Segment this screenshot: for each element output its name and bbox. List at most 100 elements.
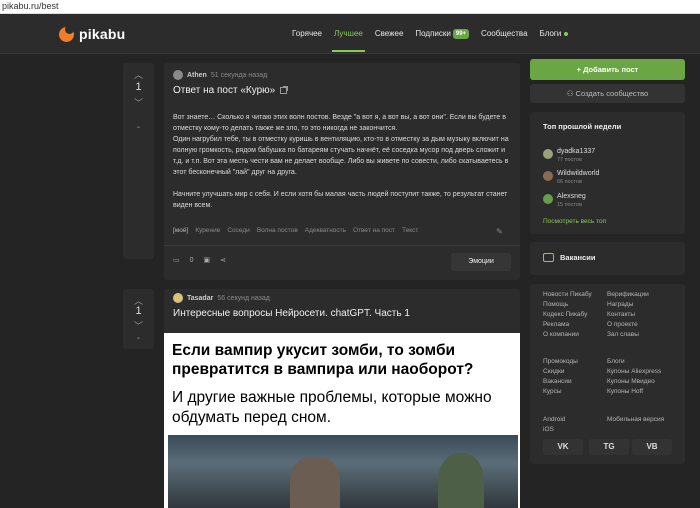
post1-title[interactable]: Ответ на пост «Курю»: [173, 85, 289, 96]
footer-link[interactable]: Кодекс Пикабу: [543, 310, 592, 320]
post2-downvote-button[interactable]: ﹀: [123, 319, 154, 332]
post2-hide-button[interactable]: -: [123, 333, 154, 344]
footer-link[interactable]: Мобильная версия: [607, 415, 664, 425]
external-link-icon[interactable]: [280, 85, 289, 94]
post1-author[interactable]: Athen: [187, 72, 207, 79]
post1-author-avatar[interactable]: [173, 70, 183, 80]
avatar: [543, 171, 553, 181]
footer-link[interactable]: Купоны Aliexpress: [607, 367, 661, 377]
footer-link[interactable]: Помощь: [543, 300, 592, 310]
top-user-name: Wildwildworld: [557, 170, 600, 177]
footer-link[interactable]: Промокоды: [543, 357, 578, 367]
tag[interactable]: Волна постов: [257, 227, 298, 234]
nav-blogs[interactable]: Блоги: [534, 14, 575, 54]
post1-divider: [164, 245, 520, 246]
emotions-button[interactable]: Эмоции: [451, 253, 511, 271]
post2-rating: 1: [135, 305, 142, 317]
footer-link[interactable]: Скидки: [543, 367, 578, 377]
post1-paragraph: Один нагрубил тебе, ты в отместку куришь…: [173, 136, 509, 176]
post2-vote-panel: ︿ 1 ﹀ -: [123, 289, 154, 349]
url-text[interactable]: pikabu.ru/best: [2, 1, 59, 11]
post2-illustration: [168, 435, 518, 508]
footer-links-col2: Верификации Награды Контакты О проекте З…: [607, 290, 649, 340]
create-community-button[interactable]: ⚇ Создать сообщество: [530, 84, 685, 103]
browser-url-bar[interactable]: pikabu.ru/best: [0, 0, 700, 14]
footer-links-col1: Новости Пикабу Помощь Кодекс Пикабу Рекл…: [543, 290, 592, 340]
vacancies-label: Вакансии: [560, 253, 596, 262]
footer-link[interactable]: О проекте: [607, 320, 649, 330]
main-nav: Горячее Лучшее Свежее Подписки 99+ Сообще…: [286, 14, 574, 54]
footer-link[interactable]: Курсы: [543, 387, 578, 397]
logo-text: pikabu: [79, 26, 126, 42]
post2-image[interactable]: Если вампир укусит зомби, то зомби превр…: [164, 333, 520, 508]
avatar: [543, 194, 553, 204]
footer-link[interactable]: Верификации: [607, 290, 649, 300]
post1-upvote-button[interactable]: ︿: [123, 68, 154, 81]
add-post-button[interactable]: + Добавить пост: [530, 59, 685, 80]
site-logo[interactable]: pikabu: [59, 24, 126, 42]
save-icon[interactable]: ▣: [204, 256, 211, 264]
post2-meta: Tasadar 56 секунд назад: [173, 293, 270, 303]
nav-hot[interactable]: Горячее: [286, 14, 328, 54]
footer-links-col4: Блоги Купоны Aliexpress Купоны Мвидео Ку…: [607, 357, 661, 397]
footer-link[interactable]: Купоны Мвидео: [607, 377, 661, 387]
share-icon[interactable]: ⋖: [220, 256, 226, 264]
tag[interactable]: Текст: [402, 227, 418, 234]
post2-image-subline: И другие важные проблемы, которые можно …: [172, 389, 492, 426]
top-user-posts: 77 постов: [557, 157, 582, 163]
top-user-name: Alexsneg: [557, 193, 586, 200]
post1-comments-count[interactable]: 0: [190, 257, 194, 264]
viber-icon[interactable]: VB: [632, 439, 672, 455]
nav-communities[interactable]: Сообщества: [475, 14, 533, 54]
footer-link[interactable]: О компании: [543, 330, 592, 340]
footer-links-col3: Промокоды Скидки Вакансии Курсы: [543, 357, 578, 397]
post1-hide-button[interactable]: -: [123, 122, 154, 133]
footer-links-col5: Android iOS: [543, 415, 565, 435]
zombie-figure: [438, 453, 484, 508]
tag[interactable]: Адекватность: [305, 227, 346, 234]
post1-downvote-button[interactable]: ﹀: [123, 96, 154, 109]
tag[interactable]: [моё]: [173, 227, 188, 234]
pikabu-logo-icon: [59, 24, 74, 42]
footer-link[interactable]: Зал славы: [607, 330, 649, 340]
tag[interactable]: Курение: [195, 227, 220, 234]
people-icon: ⚇: [566, 89, 576, 98]
footer-link[interactable]: Реклама: [543, 320, 592, 330]
vampire-figure: [290, 457, 340, 508]
comment-icon[interactable]: ▭: [173, 256, 180, 264]
vk-icon[interactable]: VK: [543, 439, 583, 455]
footer-link[interactable]: Вакансии: [543, 377, 578, 387]
post1-meta: Athen 51 секунда назад: [173, 70, 267, 80]
edit-pencil-icon[interactable]: ✎: [496, 227, 503, 236]
post2-author[interactable]: Tasadar: [187, 295, 213, 302]
show-all-top-link[interactable]: Посмотреть весь топ: [543, 218, 606, 225]
footer-link[interactable]: Награды: [607, 300, 649, 310]
top-user[interactable]: dyadka1337 77 постов: [543, 148, 595, 163]
nav-subscriptions-label: Подписки: [415, 29, 451, 38]
nav-fresh[interactable]: Свежее: [369, 14, 410, 54]
post1-paragraph: Начните улучшать мир с себя. И если хотя…: [173, 191, 508, 209]
nav-best[interactable]: Лучшее: [328, 14, 369, 54]
footer-link[interactable]: Android: [543, 415, 565, 425]
footer-link[interactable]: Контакты: [607, 310, 649, 320]
footer-link[interactable]: iOS: [543, 425, 565, 435]
post1-body: Вот знаете… Сколько я читаю этих волн по…: [173, 112, 511, 211]
vacancies-card[interactable]: Вакансии: [530, 242, 685, 275]
top-week-card: Топ прошлой недели dyadka1337 77 постов W…: [530, 112, 685, 234]
telegram-icon[interactable]: TG: [589, 439, 629, 455]
top-user-posts: 66 постов: [557, 179, 582, 185]
post1-time: 51 секунда назад: [210, 71, 268, 79]
top-week-title: Топ прошлой недели: [543, 122, 622, 131]
post1-rating: 1: [135, 81, 142, 93]
post2-author-avatar[interactable]: [173, 293, 183, 303]
subscriptions-badge: 99+: [452, 28, 470, 39]
footer-link[interactable]: Новости Пикабу: [543, 290, 592, 300]
top-user[interactable]: Wildwildworld 66 постов: [543, 170, 599, 185]
post2-title[interactable]: Интересные вопросы Нейросети. chatGPT. Ч…: [173, 308, 410, 319]
tag[interactable]: Ответ на пост: [353, 227, 395, 234]
nav-subscriptions[interactable]: Подписки 99+: [409, 14, 475, 54]
footer-link[interactable]: Блоги: [607, 357, 661, 367]
top-user[interactable]: Alexsneg 15 постов: [543, 193, 586, 208]
tag[interactable]: Соседи: [227, 227, 249, 234]
footer-link[interactable]: Купоны Hoff: [607, 387, 661, 397]
